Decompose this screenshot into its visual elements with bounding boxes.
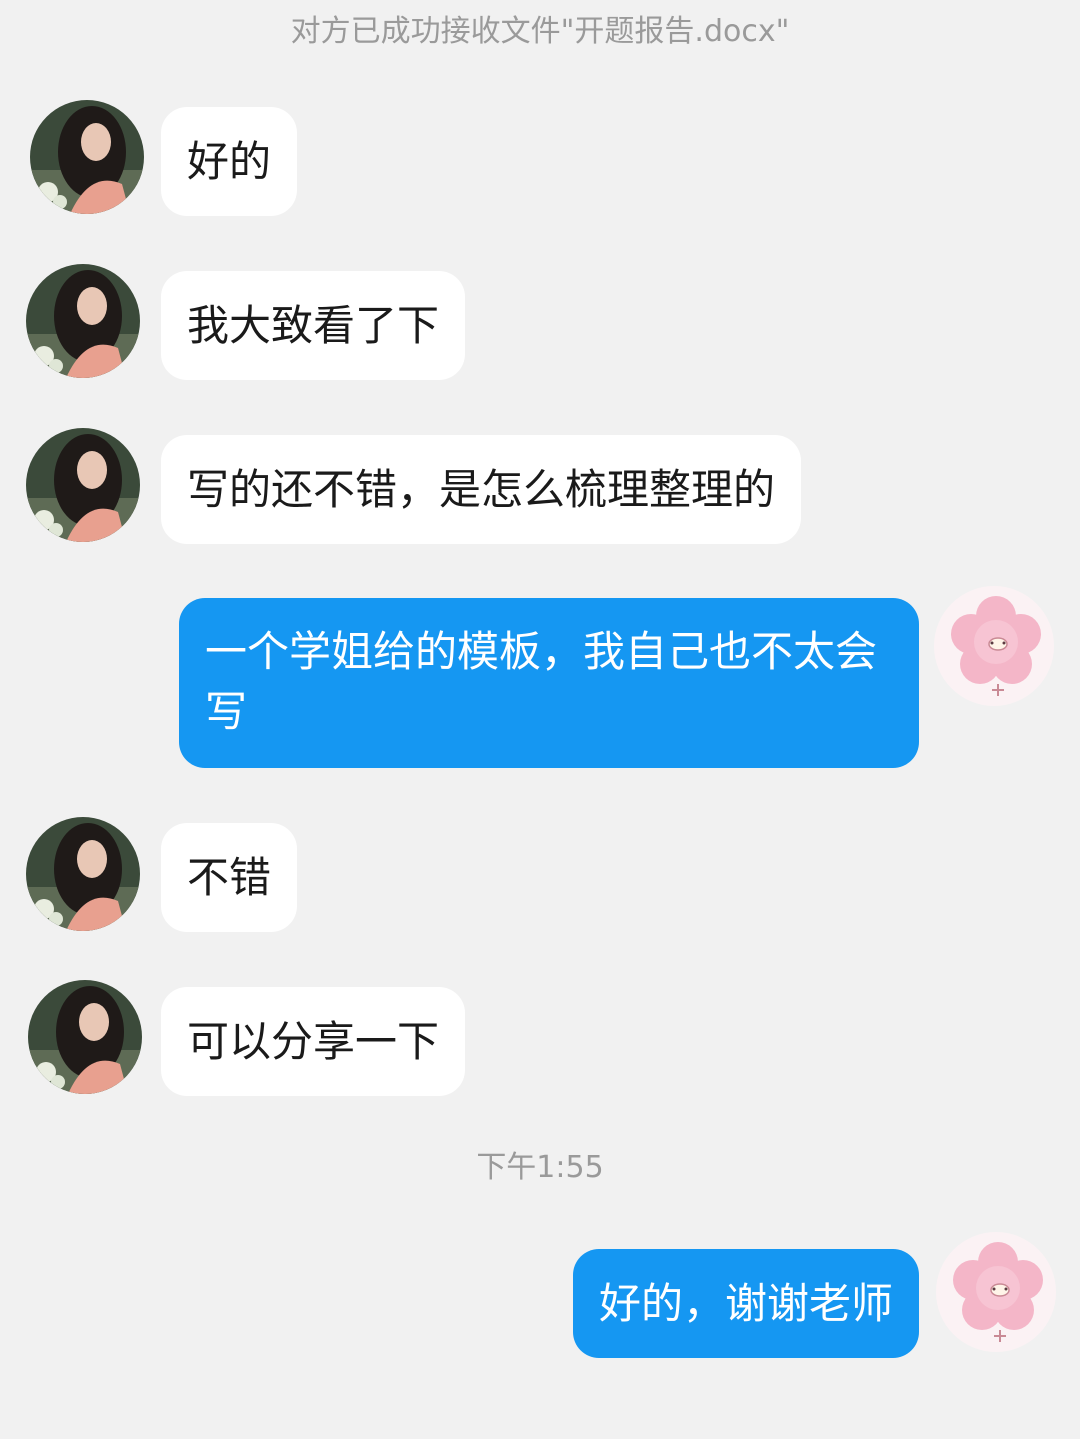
message-bubble-incoming[interactable]: 好的 [161, 107, 298, 216]
teacher-avatar-icon[interactable] [26, 264, 140, 378]
my-avatar-icon[interactable] [934, 586, 1054, 706]
message-bubble-outgoing[interactable]: 一个学姐给的模板，我自己也不太会写 [179, 598, 919, 768]
my-avatar-icon[interactable] [936, 1232, 1056, 1352]
teacher-avatar-icon[interactable] [26, 817, 140, 931]
message-bubble-incoming[interactable]: 可以分享一下 [161, 987, 466, 1096]
file-received-notice: 对方已成功接收文件"开题报告.docx" [290, 14, 790, 49]
teacher-avatar-icon[interactable] [28, 980, 142, 1094]
message-bubble-incoming[interactable]: 我大致看了下 [161, 271, 466, 380]
teacher-avatar-icon[interactable] [26, 428, 140, 542]
message-bubble-incoming[interactable]: 写的还不错，是怎么梳理整理的 [161, 435, 802, 544]
message-timestamp: 下午1:55 [476, 1150, 604, 1185]
message-bubble-outgoing[interactable]: 好的，谢谢老师 [572, 1249, 919, 1358]
teacher-avatar-icon[interactable] [30, 100, 144, 214]
message-bubble-incoming[interactable]: 不错 [161, 823, 298, 932]
